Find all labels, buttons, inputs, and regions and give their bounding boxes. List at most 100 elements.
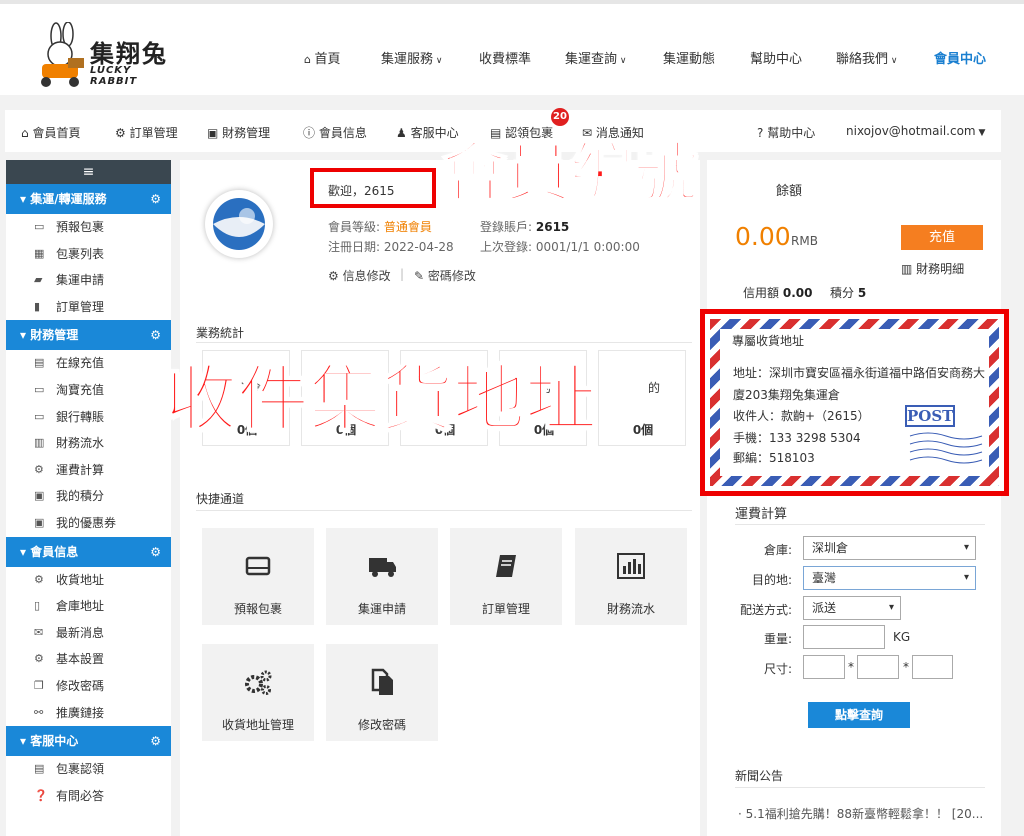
sidebar-item-forecast[interactable]: ▭ 預報包裹 (6, 214, 171, 241)
sidebar-item-faq[interactable]: ❓ 有問必答 (6, 783, 171, 810)
link-icon: ⚯ (34, 705, 44, 719)
sidebar-item-finance-flow[interactable]: ▥ 財務流水 (6, 430, 171, 457)
list-icon: ▤ (34, 762, 45, 776)
welcome-text: 歡迎，2615 (328, 184, 395, 198)
sidebar-item-warehouse-address[interactable]: ▯ 倉庫地址 (6, 593, 171, 620)
sidebar-item-label: 推廣鏈接 (56, 705, 105, 720)
news-title: 新聞公告 (735, 769, 784, 783)
quick-finance-flow[interactable]: 財務流水 (575, 528, 687, 625)
sidebar-item-coupons[interactable]: ▣ 我的優惠券 (6, 510, 171, 537)
overlay-member-id: 會員編號 (441, 135, 699, 212)
warehouse-select[interactable]: 深圳倉 ▾ (803, 536, 976, 560)
sidebar-item-change-password[interactable]: ❐ 修改密碼 (6, 673, 171, 700)
subnav-orders[interactable]: ⚙ 訂單管理 (115, 124, 178, 141)
subnav-member-info[interactable]: ⓘ 會員信息 (303, 124, 367, 141)
sidebar-item-label: 基本設置 (56, 652, 105, 667)
sidebar-item-label: 包裹列表 (56, 246, 105, 261)
sidebar-item-label: 淘寶充值 (56, 382, 105, 397)
sidebar-item-label: 運費計算 (56, 462, 105, 477)
sidebar-group-member-info[interactable]: ▾ 會員信息 ⚙ (6, 536, 171, 567)
quick-address-management[interactable]: 收貨地址管理 (202, 644, 314, 741)
query-button[interactable]: 點擊查詢 (808, 702, 910, 728)
address-line: 廈203集翔兔集運倉 (733, 388, 840, 402)
envelope-icon: ✉ (34, 625, 44, 639)
destination-select[interactable]: 臺灣 ▾ (803, 566, 976, 590)
user-email-menu[interactable]: nixojov@hotmail.com ▼ (846, 124, 985, 138)
avatar[interactable] (205, 190, 273, 258)
stat-box[interactable]: 0個 (598, 350, 686, 446)
finance-details-link[interactable]: ▥ 財務明細 (901, 260, 964, 277)
points: 積分 5 (830, 284, 866, 301)
gear-icon: ⚙ (328, 269, 339, 283)
sidebar-group-support[interactable]: ▾ 客服中心 ⚙ (6, 726, 171, 757)
book-icon (496, 555, 516, 577)
nav-contact[interactable]: 聯絡我們 ∨ (836, 48, 897, 67)
quick-change-password[interactable]: 修改密碼 (326, 644, 438, 741)
points-label: 積分 (830, 286, 855, 300)
subnav-member-home[interactable]: ⌂ 會員首頁 (21, 124, 80, 141)
sidebar-item-package-list[interactable]: ▦ 包裹列表 (6, 241, 171, 268)
sidebar-item-package-claim[interactable]: ▤ 包裹認領 (6, 756, 171, 783)
recharge-button[interactable]: 充值 (901, 225, 983, 250)
sidebar-item-online-recharge[interactable]: ▤ 在線充值 (6, 350, 171, 377)
sidebar-item-label: 修改密碼 (56, 678, 105, 693)
quick-order-management[interactable]: 訂單管理 (450, 528, 562, 625)
quick-label: 預報包裹 (233, 602, 282, 616)
post-stamp-icon: POST (905, 405, 955, 427)
height-input[interactable] (912, 655, 953, 679)
card-icon: ▭ (34, 382, 45, 396)
logo[interactable]: 集翔兔 LUCKY RABBIT (28, 22, 178, 92)
balance-amount: 0.00 (735, 222, 791, 251)
sidebar-item-shipping-address[interactable]: ⚙ 收貨地址 (6, 567, 171, 594)
globe-avatar-icon (213, 198, 265, 250)
sidebar-item-latest-news[interactable]: ✉ 最新消息 (6, 620, 171, 647)
sidebar-item-bank-transfer[interactable]: ▭ 銀行轉賬 (6, 404, 171, 431)
sidebar-group-shipping[interactable]: ▾ 集運/轉運服務 ⚙ (6, 184, 171, 214)
quick-forecast-package[interactable]: 預報包裹 (202, 528, 314, 625)
nav-contact-label: 聯絡我們 (836, 52, 889, 67)
edit-password-link[interactable]: ✎ 密碼修改 (414, 267, 476, 284)
quick-shipping-apply[interactable]: 集運申請 (326, 528, 438, 625)
weight-input[interactable] (803, 625, 885, 649)
width-input[interactable] (857, 655, 899, 679)
nav-services[interactable]: 集運服務 ∨ (381, 48, 442, 67)
sidebar-item-referral-link[interactable]: ⚯ 推廣鏈接 (6, 700, 171, 727)
quick-label: 訂單管理 (481, 602, 530, 616)
address-title: 專屬收貨地址 (732, 334, 805, 348)
nav-home[interactable]: ⌂ 首頁 (304, 48, 341, 67)
nav-news[interactable]: 集運動態 (663, 48, 715, 67)
news-item[interactable]: · 5.1福利搶先購！88新臺幣輕鬆拿！！ [20... (738, 805, 983, 822)
hamburger-icon[interactable]: ≡ (6, 160, 171, 184)
copy-icon: ❐ (34, 678, 44, 692)
sidebar-item-taobao-recharge[interactable]: ▭ 淘寶充值 (6, 377, 171, 404)
edit-info-link[interactable]: ⚙ 信息修改 (328, 267, 391, 284)
sidebar-item-points[interactable]: ▣ 我的積分 (6, 483, 171, 510)
balance-label: 餘額 (776, 184, 803, 199)
nav-help[interactable]: 幫助中心 (750, 48, 802, 67)
subnav-help[interactable]: ? 幫助中心 (757, 124, 815, 141)
destination-value: 臺灣 (812, 571, 837, 585)
sidebar-item-label: 訂單管理 (56, 299, 105, 314)
gears-icon: ⚙ (34, 462, 44, 476)
sidebar-group-finance[interactable]: ▾ 財務管理 ⚙ (6, 320, 171, 351)
address-card: 專屬收貨地址 地址：深圳市寶安區福永街道福中路佰安商務大 廈203集翔兔集運倉 … (700, 309, 1009, 496)
member-level: 會員等級: 普通會員 (328, 218, 432, 235)
warehouse-label: 倉庫: (763, 543, 792, 557)
sidebar-item-apply[interactable]: ▰ 集運申請 (6, 267, 171, 294)
subnav-finance[interactable]: ▣ 財務管理 (207, 124, 270, 141)
sidebar-item-basic-settings[interactable]: ⚙ 基本設置 (6, 646, 171, 673)
nav-pricing[interactable]: 收費標準 (479, 48, 531, 67)
nav-tracking[interactable]: 集運查詢 ∨ (565, 48, 626, 67)
sidebar-item-orders[interactable]: ▮ 訂單管理 (6, 294, 171, 321)
quick-label: 集運申請 (357, 602, 406, 616)
quick-label: 收貨地址管理 (221, 718, 294, 732)
length-input[interactable] (803, 655, 845, 679)
nav-member-center[interactable]: 會員中心 (934, 48, 986, 67)
sidebar-item-label: 銀行轉賬 (56, 409, 105, 424)
gift-icon: ▣ (34, 489, 45, 503)
sidebar-item-freight-calc[interactable]: ⚙ 運費計算 (6, 457, 171, 484)
credit-value: 0.00 (782, 286, 813, 300)
last-login-value: 0001/1/1 0:00:00 (535, 240, 640, 254)
delivery-method-select[interactable]: 派送 ▾ (803, 596, 901, 620)
register-date-value: 2022-04-28 (383, 240, 454, 254)
